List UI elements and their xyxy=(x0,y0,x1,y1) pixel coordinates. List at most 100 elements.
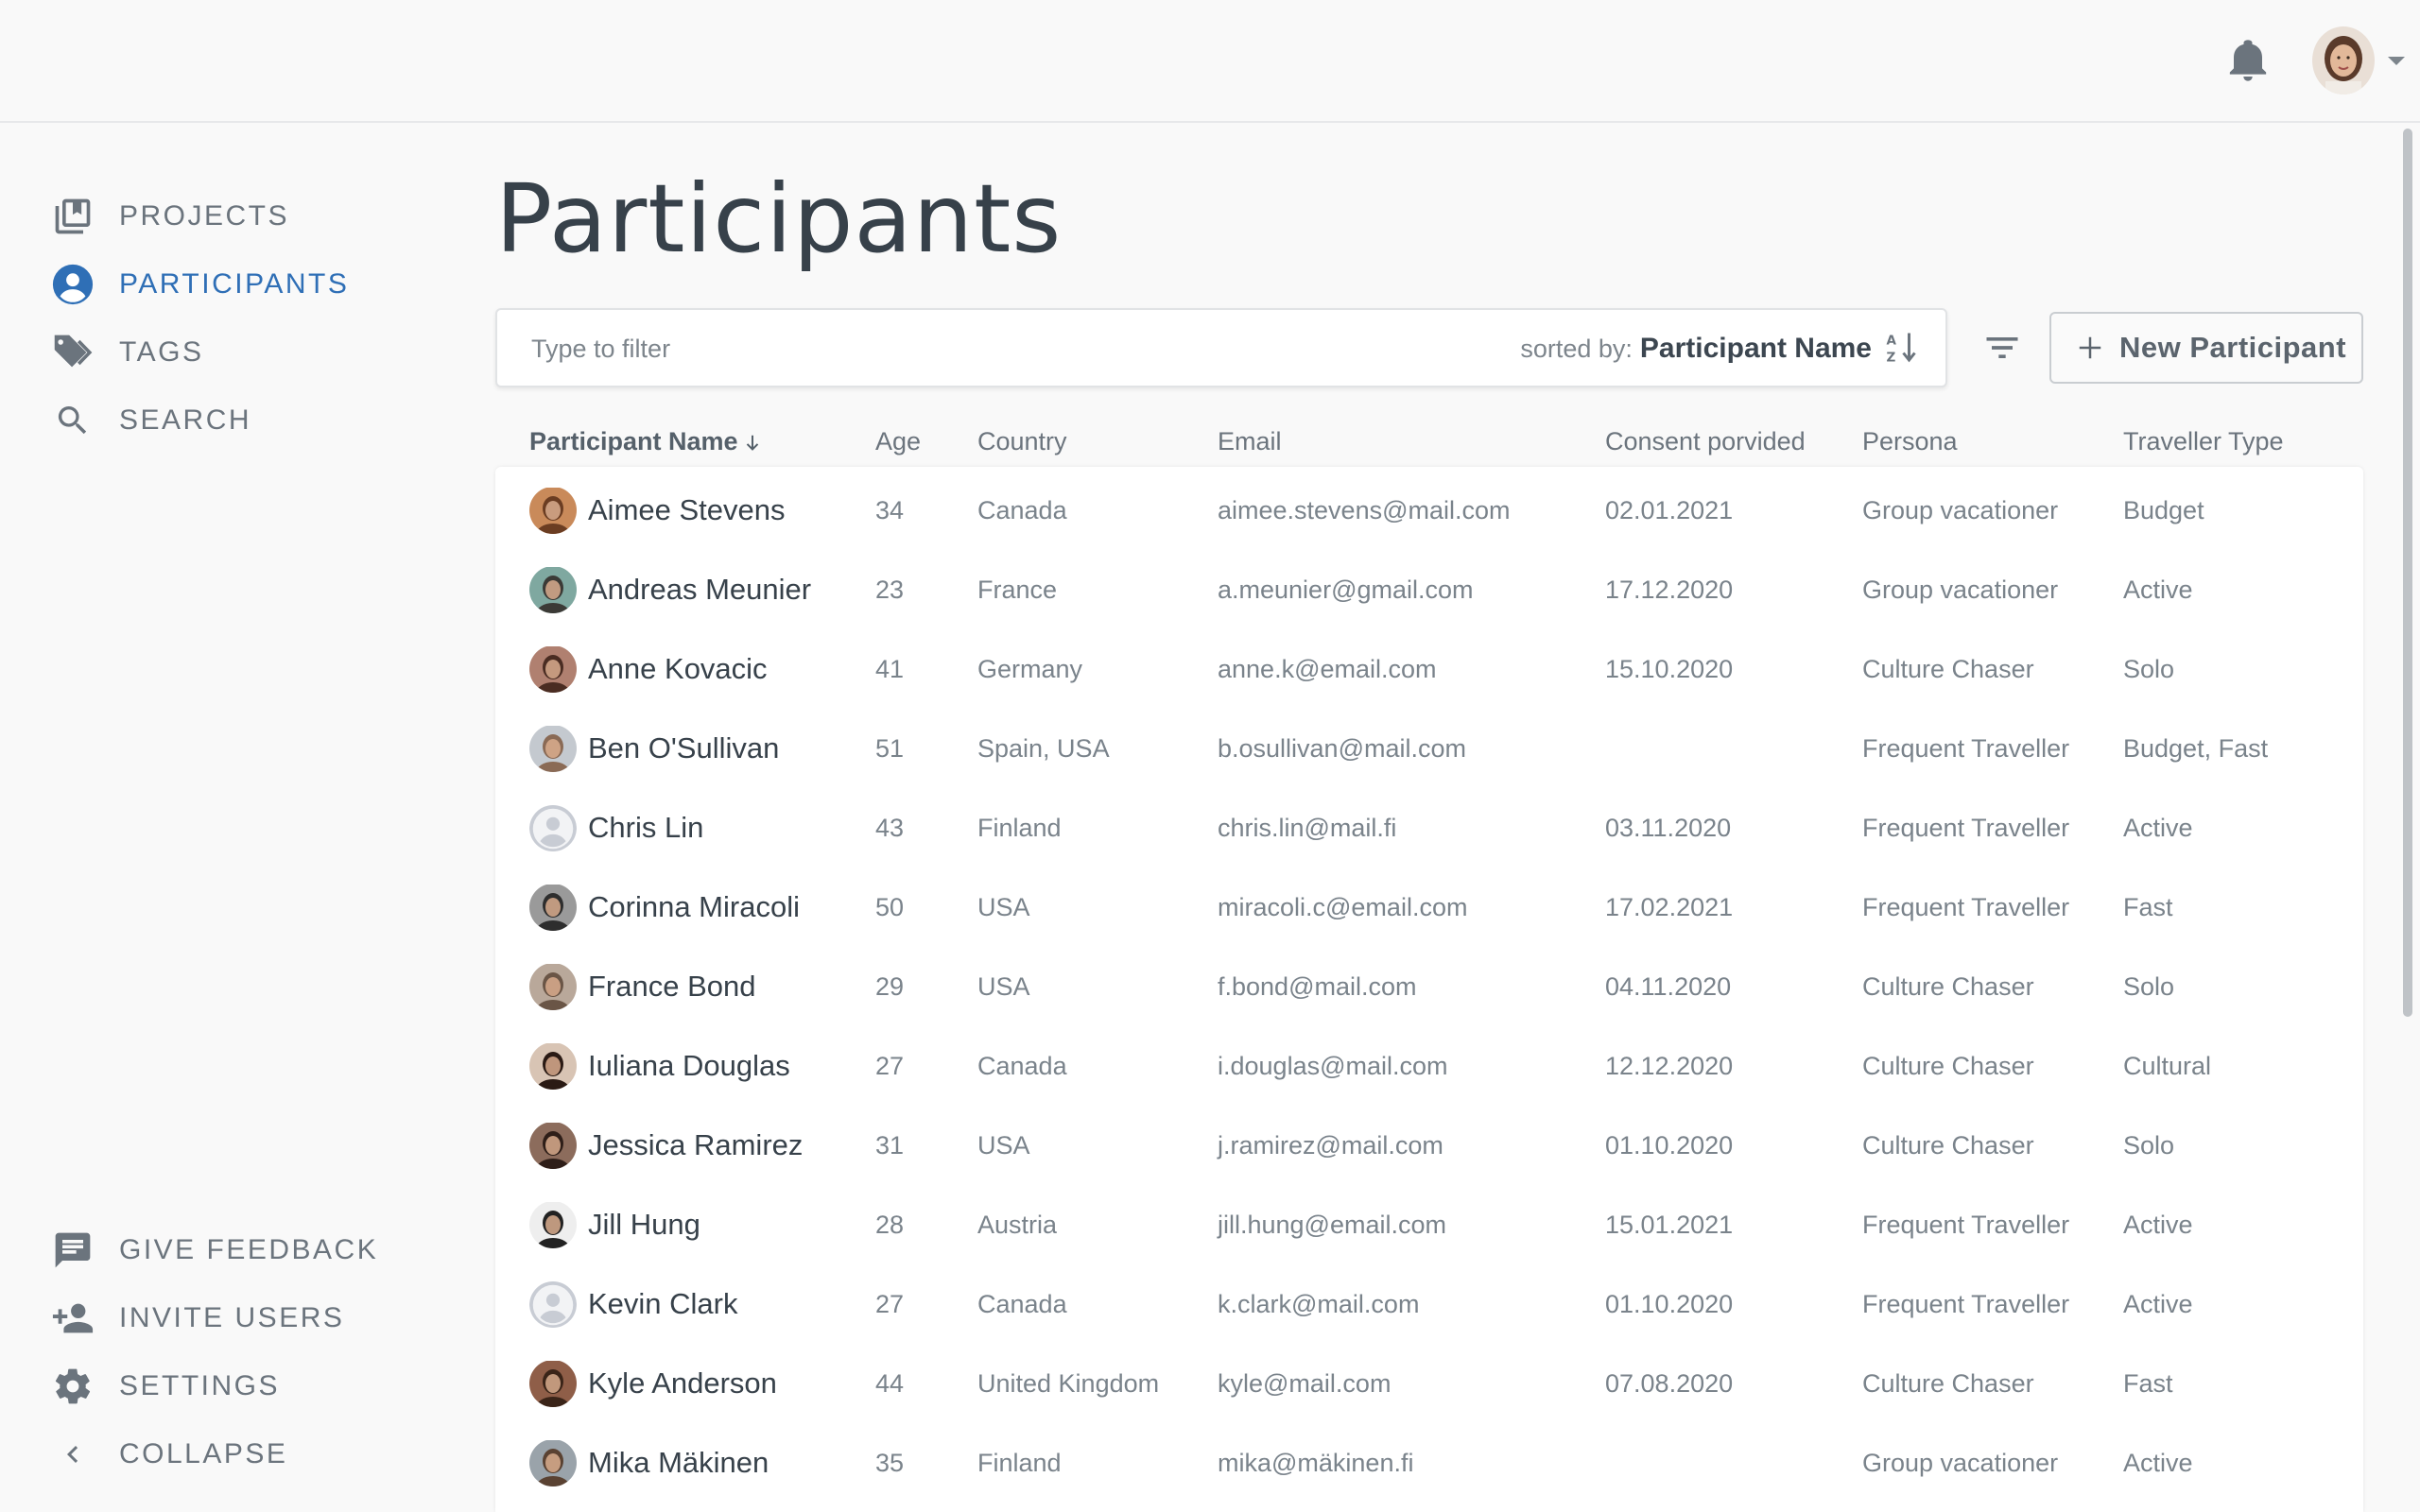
column-header-traveller-type[interactable]: Traveller Type xyxy=(2123,420,2284,463)
column-header-persona[interactable]: Persona xyxy=(1862,420,1958,463)
participant-email: j.ramirez@mail.com xyxy=(1218,1131,1443,1160)
participant-age: 27 xyxy=(875,1290,905,1318)
participant-name-cell[interactable]: Kyle Anderson xyxy=(529,1344,777,1423)
participant-age: 27 xyxy=(875,1052,905,1080)
participant-traveller-type: Cultural xyxy=(2123,1052,2212,1080)
participant-country: United Kingdom xyxy=(977,1369,1160,1398)
participant-country: USA xyxy=(977,972,1030,1001)
sort-selector[interactable]: sorted by: Participant Name A Z xyxy=(1520,327,1919,370)
sort-alpha-icon[interactable]: A Z xyxy=(1885,330,1919,368)
sidebar-item-give-feedback[interactable]: GIVE FEEDBACK xyxy=(51,1227,378,1274)
participant-country: Canada xyxy=(977,1290,1067,1318)
participant-traveller-type: Fast xyxy=(2123,1369,2173,1398)
participant-traveller-type: Active xyxy=(2123,576,2193,604)
participant-name-cell[interactable]: Ben O'Sullivan xyxy=(529,709,779,788)
participant-name-cell[interactable]: Jessica Ramirez xyxy=(529,1106,803,1185)
participant-country: Spain, USA xyxy=(977,734,1110,763)
participant-name-cell[interactable]: Andreas Meunier xyxy=(529,550,811,629)
table-row[interactable]: Anne Kovacic 41 Germany anne.k@email.com 15.… xyxy=(495,629,2363,709)
table-row[interactable]: Aimee Stevens 34 Canada aimee.stevens@mail.… xyxy=(495,471,2363,550)
user-avatar[interactable] xyxy=(2312,26,2375,94)
participant-email: anne.k@email.com xyxy=(1218,655,1437,683)
participant-avatar xyxy=(529,566,577,613)
participant-persona: Group vacationer xyxy=(1862,1449,2059,1477)
participant-country: USA xyxy=(977,893,1030,921)
table-row[interactable]: Jill Hung 28 Austria jill.hung@email.com 15.… xyxy=(495,1185,2363,1264)
participant-consent-date: 15.01.2021 xyxy=(1605,1211,1734,1239)
participant-country: Canada xyxy=(977,496,1067,524)
participant-name: Jessica Ramirez xyxy=(588,1128,804,1161)
participant-avatar xyxy=(529,963,577,1010)
participant-email: a.meunier@gmail.com xyxy=(1218,576,1474,604)
feedback-icon xyxy=(51,1228,95,1272)
table-row[interactable]: Jessica Ramirez 31 USA j.ramirez@mail.com 01… xyxy=(495,1106,2363,1185)
table-row[interactable]: Chris Lin 43 Finland chris.lin@mail.fi 03.11… xyxy=(495,788,2363,868)
table-row[interactable]: Kyle Anderson 44 United Kingdom kyle@mail.c… xyxy=(495,1344,2363,1423)
table-row[interactable]: Andreas Meunier 23 France a.meunier@gmail.c… xyxy=(495,550,2363,629)
table-row[interactable]: France Bond 29 USA f.bond@mail.com 04.11.202… xyxy=(495,947,2363,1026)
participant-name: Jill Hung xyxy=(588,1208,700,1241)
participant-traveller-type: Solo xyxy=(2123,972,2175,1001)
sidebar-item-participants[interactable]: PARTICIPANTS xyxy=(51,261,349,308)
filter-input[interactable] xyxy=(529,327,1380,370)
column-header-consent[interactable]: Consent porvided xyxy=(1605,420,1806,463)
sidebar-item-collapse[interactable]: COLLAPSE xyxy=(51,1431,287,1478)
participant-persona: Frequent Traveller xyxy=(1862,893,2070,921)
participant-name: Corinna Miracoli xyxy=(588,890,800,923)
table-row[interactable]: Iuliana Douglas 27 Canada i.douglas@mail.co… xyxy=(495,1026,2363,1106)
participant-consent-date: 17.12.2020 xyxy=(1605,576,1734,604)
participant-name-cell[interactable]: Mika Mäkinen xyxy=(529,1423,769,1503)
participant-name-cell[interactable]: Anne Kovacic xyxy=(529,629,768,709)
sidebar-item-projects[interactable]: PROJECTS xyxy=(51,193,289,240)
new-participant-label: New Participant xyxy=(2119,331,2347,364)
table-row[interactable]: Corinna Miracoli 50 USA miracoli.c@email.co… xyxy=(495,868,2363,947)
column-header-participant-name[interactable]: Participant Name xyxy=(529,420,763,463)
participant-country: Canada xyxy=(977,1052,1067,1080)
tags-icon xyxy=(51,331,95,374)
sidebar-item-label: TAGS xyxy=(119,336,204,368)
filter-bar: sorted by: Participant Name A Z xyxy=(495,308,1947,387)
participant-avatar xyxy=(529,1042,577,1090)
participant-email: i.douglas@mail.com xyxy=(1218,1052,1448,1080)
column-header-age[interactable]: Age xyxy=(875,420,921,463)
participant-name-cell[interactable]: Aimee Stevens xyxy=(529,471,786,550)
new-participant-button[interactable]: New Participant xyxy=(2049,312,2363,384)
participant-email: mika@mäkinen.fi xyxy=(1218,1449,1414,1477)
participant-name-cell[interactable]: Iuliana Douglas xyxy=(529,1026,790,1106)
table-row[interactable]: Kevin Clark 27 Canada k.clark@mail.com 01.10… xyxy=(495,1264,2363,1344)
table-row[interactable]: Ben O'Sullivan 51 Spain, USA b.osullivan@ma… xyxy=(495,709,2363,788)
sidebar-item-label: PROJECTS xyxy=(119,200,290,232)
gear-icon xyxy=(51,1365,95,1408)
caret-down-icon[interactable] xyxy=(2386,51,2407,70)
scrollbar-thumb[interactable] xyxy=(2403,129,2412,1017)
sidebar-item-tags[interactable]: TAGS xyxy=(51,329,203,376)
participant-email: f.bond@mail.com xyxy=(1218,972,1417,1001)
participant-consent-date: 01.10.2020 xyxy=(1605,1290,1734,1318)
participant-name-cell[interactable]: Corinna Miracoli xyxy=(529,868,800,947)
participant-avatar xyxy=(529,1280,577,1328)
sort-prefix: sorted by: xyxy=(1520,334,1633,363)
column-header-country[interactable]: Country xyxy=(977,420,1067,463)
projects-icon xyxy=(51,195,95,238)
participant-age: 31 xyxy=(875,1131,905,1160)
column-header-email[interactable]: Email xyxy=(1218,420,1282,463)
participant-persona: Frequent Traveller xyxy=(1862,1211,2070,1239)
participant-name-cell[interactable]: France Bond xyxy=(529,947,756,1026)
participant-name-cell[interactable]: Chris Lin xyxy=(529,788,703,868)
participant-traveller-type: Active xyxy=(2123,1290,2193,1318)
participant-name-cell[interactable]: Jill Hung xyxy=(529,1185,700,1264)
filter-icon[interactable] xyxy=(1981,327,2023,369)
participant-persona: Culture Chaser xyxy=(1862,1131,2034,1160)
participant-traveller-type: Active xyxy=(2123,1449,2193,1477)
participant-country: Finland xyxy=(977,814,1062,842)
sidebar-item-invite-users[interactable]: INVITE USERS xyxy=(51,1295,344,1342)
table-row[interactable]: Mika Mäkinen 35 Finland mika@mäkinen.fi Grou… xyxy=(495,1423,2363,1503)
participant-name-cell[interactable]: Kevin Clark xyxy=(529,1264,738,1344)
bell-icon[interactable] xyxy=(2229,38,2267,83)
participant-email: aimee.stevens@mail.com xyxy=(1218,496,1511,524)
svg-text:Z: Z xyxy=(1887,351,1896,366)
sidebar-item-search[interactable]: SEARCH xyxy=(51,397,251,444)
participant-name: Mika Mäkinen xyxy=(588,1446,769,1479)
sidebar-item-label: COLLAPSE xyxy=(119,1438,288,1469)
sidebar-item-settings[interactable]: SETTINGS xyxy=(51,1363,280,1410)
